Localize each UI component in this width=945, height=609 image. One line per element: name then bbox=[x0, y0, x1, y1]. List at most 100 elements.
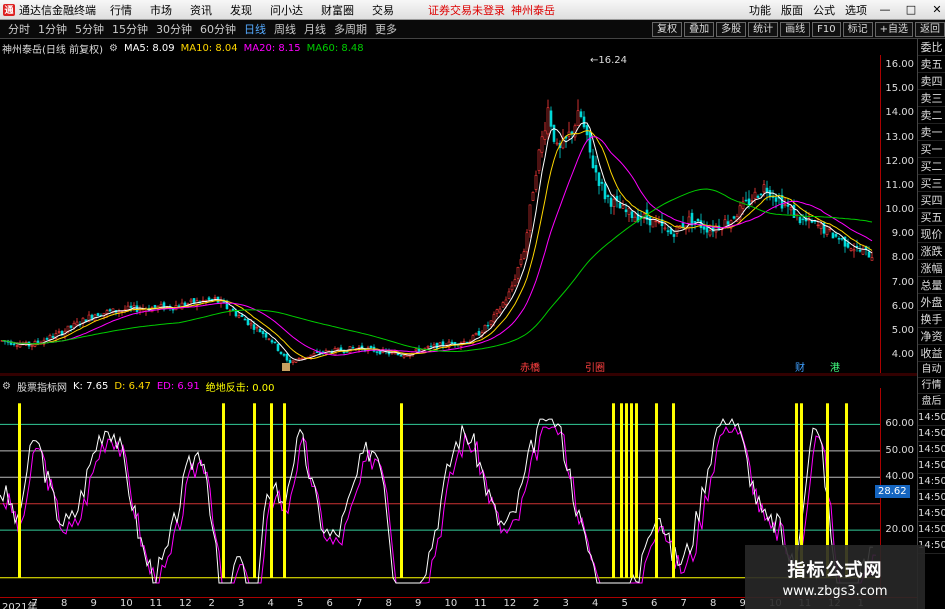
candle-body bbox=[450, 341, 454, 344]
draw-line-button[interactable]: 画线 bbox=[780, 22, 811, 37]
add-watchlist-button[interactable]: +自选 bbox=[874, 22, 913, 37]
back-button[interactable]: 返回 bbox=[915, 22, 945, 37]
sidebar-quote-item[interactable]: 现价 bbox=[918, 226, 945, 243]
period-5min[interactable]: 5分钟 bbox=[75, 21, 104, 37]
adjust-button[interactable]: 复权 bbox=[652, 22, 683, 37]
period-60min[interactable]: 60分钟 bbox=[200, 21, 236, 37]
candle-body bbox=[579, 111, 583, 117]
candle-body bbox=[402, 355, 406, 358]
close-button[interactable]: ✕ bbox=[929, 3, 945, 16]
sidebar-quote-item[interactable]: 卖三 bbox=[918, 90, 945, 107]
pane-divider[interactable] bbox=[0, 373, 917, 376]
sidebar-quote-item[interactable]: 总量 bbox=[918, 277, 945, 294]
candlestick-chart[interactable]: ←16.24←3.24赤橋引圈财港 bbox=[0, 55, 880, 373]
candle-body bbox=[519, 259, 523, 265]
candle-body bbox=[630, 211, 634, 218]
sidebar-tick-item[interactable]: 14:50 bbox=[918, 522, 945, 538]
stock-title: 神州泰岳(日线 前复权) bbox=[2, 44, 103, 56]
candle-body bbox=[207, 297, 211, 300]
candle-body bbox=[612, 198, 616, 207]
sidebar-quote-item[interactable]: 卖二 bbox=[918, 107, 945, 124]
sidebar-tick-item[interactable]: 盘后 bbox=[918, 394, 945, 410]
sidebar-tick-item[interactable]: 自动 bbox=[918, 362, 945, 378]
settings-gear-icon[interactable]: ⚙ bbox=[109, 43, 118, 54]
sidebar-tick-item[interactable]: 14:50 bbox=[918, 458, 945, 474]
period-multi[interactable]: 多周期 bbox=[334, 21, 367, 37]
period-1min[interactable]: 1分钟 bbox=[38, 21, 67, 37]
sidebar-tick-item[interactable]: 14:50 bbox=[918, 426, 945, 442]
sidebar-quote-item[interactable]: 卖四 bbox=[918, 73, 945, 90]
sidebar-quote-item[interactable]: 买三 bbox=[918, 175, 945, 192]
mark-button[interactable]: 标记 bbox=[842, 22, 873, 37]
candle-body bbox=[261, 331, 265, 335]
maximize-button[interactable]: □ bbox=[903, 3, 919, 16]
stock-name-tag[interactable]: 神州泰岳 bbox=[511, 2, 555, 18]
menu-trade[interactable]: 交易 bbox=[372, 2, 394, 18]
sidebar-quote-item[interactable]: 卖一 bbox=[918, 124, 945, 141]
candle-body bbox=[801, 218, 805, 221]
sidebar-tick-item[interactable]: 14:50 bbox=[918, 506, 945, 522]
indicator-tick: 20.00 bbox=[885, 524, 914, 536]
watermark-title: 指标公式网 bbox=[787, 559, 883, 581]
candle-body bbox=[252, 324, 256, 330]
candle-body bbox=[288, 359, 292, 364]
menu-quotes[interactable]: 行情 bbox=[110, 2, 132, 18]
sidebar-quote-item[interactable]: 涨幅 bbox=[918, 260, 945, 277]
sidebar-tick-item[interactable]: 行情 bbox=[918, 378, 945, 394]
menu-wealth[interactable]: 财富圈 bbox=[321, 2, 354, 18]
date-tick: 4 bbox=[592, 598, 599, 609]
candle-body bbox=[834, 234, 838, 237]
candle-body bbox=[786, 204, 790, 207]
date-tick: 2 bbox=[533, 598, 540, 609]
ma20-line bbox=[1, 136, 873, 356]
period-tick[interactable]: 分时 bbox=[8, 21, 30, 37]
period-more[interactable]: 更多 bbox=[375, 21, 397, 37]
sidebar-tick-item[interactable]: 14:50 bbox=[918, 442, 945, 458]
signal-bar bbox=[655, 403, 658, 578]
date-tick: 5 bbox=[621, 598, 628, 609]
sidebar-quote-item[interactable]: 买二 bbox=[918, 158, 945, 175]
candle-body bbox=[846, 242, 850, 248]
stats-button[interactable]: 统计 bbox=[748, 22, 779, 37]
price-axis: 16.00 15.00 14.00 13.00 12.00 11.00 10.00 9.00 8… bbox=[880, 55, 917, 373]
menu-discover[interactable]: 发现 bbox=[230, 2, 252, 18]
candle-body bbox=[135, 305, 139, 312]
sidebar-tick-item[interactable]: 14:50 bbox=[918, 410, 945, 426]
candle-body bbox=[117, 311, 121, 313]
sidebar-quote-item[interactable]: 涨跌 bbox=[918, 243, 945, 260]
sidebar-quote-item[interactable]: 买四 bbox=[918, 192, 945, 209]
menu-news[interactable]: 资讯 bbox=[190, 2, 212, 18]
sidebar-tick-item[interactable]: 14:50 bbox=[918, 490, 945, 506]
sidebar-quote-item[interactable]: 卖五 bbox=[918, 56, 945, 73]
menu-layout[interactable]: 版面 bbox=[781, 2, 803, 18]
sidebar-quote-item[interactable]: 换手 bbox=[918, 311, 945, 328]
period-30min[interactable]: 30分钟 bbox=[156, 21, 192, 37]
candle-body bbox=[57, 331, 61, 333]
sidebar-quote-item[interactable]: 外盘 bbox=[918, 294, 945, 311]
sidebar-quote-item[interactable]: 净资 bbox=[918, 328, 945, 345]
period-15min[interactable]: 15分钟 bbox=[112, 21, 148, 37]
overlay-button[interactable]: 叠加 bbox=[684, 22, 715, 37]
menu-function[interactable]: 功能 bbox=[749, 2, 771, 18]
minimize-button[interactable]: — bbox=[877, 3, 893, 16]
candle-body bbox=[189, 299, 193, 303]
candle-body bbox=[759, 193, 763, 196]
menu-ask[interactable]: 问小达 bbox=[270, 2, 303, 18]
period-daily[interactable]: 日线 bbox=[244, 21, 266, 37]
period-weekly[interactable]: 周线 bbox=[274, 21, 296, 37]
menu-formula[interactable]: 公式 bbox=[813, 2, 835, 18]
sidebar-quote-item[interactable]: 收益 bbox=[918, 345, 945, 362]
menu-market[interactable]: 市场 bbox=[150, 2, 172, 18]
f10-button[interactable]: F10 bbox=[812, 22, 841, 37]
candle-body bbox=[510, 285, 514, 291]
sidebar-quote-item[interactable]: 买一 bbox=[918, 141, 945, 158]
login-status[interactable]: 证券交易未登录 bbox=[428, 2, 505, 18]
menu-options[interactable]: 选项 bbox=[845, 2, 867, 18]
period-monthly[interactable]: 月线 bbox=[304, 21, 326, 37]
sidebar-quote-item[interactable]: 委比 bbox=[918, 39, 945, 56]
sidebar-quote-item[interactable]: 买五 bbox=[918, 209, 945, 226]
date-tick: 3 bbox=[562, 598, 569, 609]
multi-stock-button[interactable]: 多股 bbox=[716, 22, 747, 37]
sidebar-tick-item[interactable]: 14:50 bbox=[918, 474, 945, 490]
price-tick: 4.00 bbox=[891, 349, 914, 360]
